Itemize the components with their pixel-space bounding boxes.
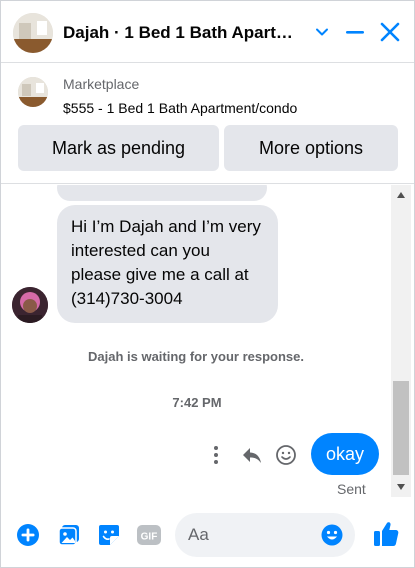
thumbs-up-icon [374,522,399,547]
marketplace-label: Marketplace [63,76,140,92]
reply-icon [243,448,261,463]
sticker-button[interactable] [95,521,123,549]
sender-avatar[interactable] [12,287,48,323]
sender-avatar-icon [12,287,48,323]
minimize-icon [346,31,364,34]
message-scrollbar[interactable] [391,185,411,497]
plus-circle-icon [17,524,39,546]
photo-gallery-icon [58,525,79,546]
waiting-notice: Dajah is waiting for your response. [88,349,304,364]
more-options-button[interactable]: More options [224,125,398,171]
chat-title[interactable]: Dajah · 1 Bed 1 Bath Apartment/condo [63,23,301,43]
listing-thumbnail[interactable] [18,77,48,107]
outgoing-message-bubble: okay [311,433,379,475]
emoji-icon [321,524,343,546]
scroll-up-button[interactable] [391,187,411,203]
previous-message-bubble [57,185,267,201]
svg-text:GIF: GIF [141,532,158,543]
listing-title[interactable]: $555 - 1 Bed 1 Bath Apartment/condo [63,100,297,116]
scrollbar-thumb[interactable] [393,381,409,475]
minimize-button[interactable] [342,19,368,45]
more-actions-plus-button[interactable] [14,521,42,549]
marketplace-card: Marketplace $555 - 1 Bed 1 Bath Apartmen… [1,63,414,184]
message-actions [204,443,298,467]
triangle-down-icon [397,484,405,490]
smiley-icon [276,445,296,465]
chat-window: Dajah · 1 Bed 1 Bath Apartment/condo [0,0,415,568]
more-actions-button[interactable] [204,443,228,467]
like-button[interactable] [371,519,401,549]
apartment-photo-icon [18,77,48,107]
apartment-photo-icon [13,13,53,53]
chevron-down-button[interactable] [309,19,335,45]
mark-as-pending-button[interactable]: Mark as pending [18,125,219,171]
scroll-down-button[interactable] [391,479,411,495]
vertical-dots-icon [214,446,218,464]
close-icon [380,22,400,42]
close-button[interactable] [377,19,403,45]
message-composer: GIF [1,506,414,568]
attach-photo-button[interactable] [55,521,83,549]
message-input-wrapper [175,513,355,557]
message-list: Hi I’m Dajah and I’m very interested can… [1,185,391,505]
react-button[interactable] [274,443,298,467]
reply-button[interactable] [240,443,264,467]
chat-header: Dajah · 1 Bed 1 Bath Apartment/condo [1,1,414,63]
message-input[interactable] [188,513,318,557]
triangle-up-icon [397,192,405,198]
sent-status: Sent [337,481,366,497]
message-timestamp: 7:42 PM [172,395,222,410]
incoming-message-bubble: Hi I’m Dajah and I’m very interested can… [57,205,278,323]
chevron-down-icon [316,28,328,36]
gif-icon: GIF [137,525,161,545]
listing-avatar[interactable] [13,13,53,53]
gif-button[interactable]: GIF [135,521,163,549]
emoji-button[interactable] [321,524,343,546]
sticker-icon [99,525,119,545]
